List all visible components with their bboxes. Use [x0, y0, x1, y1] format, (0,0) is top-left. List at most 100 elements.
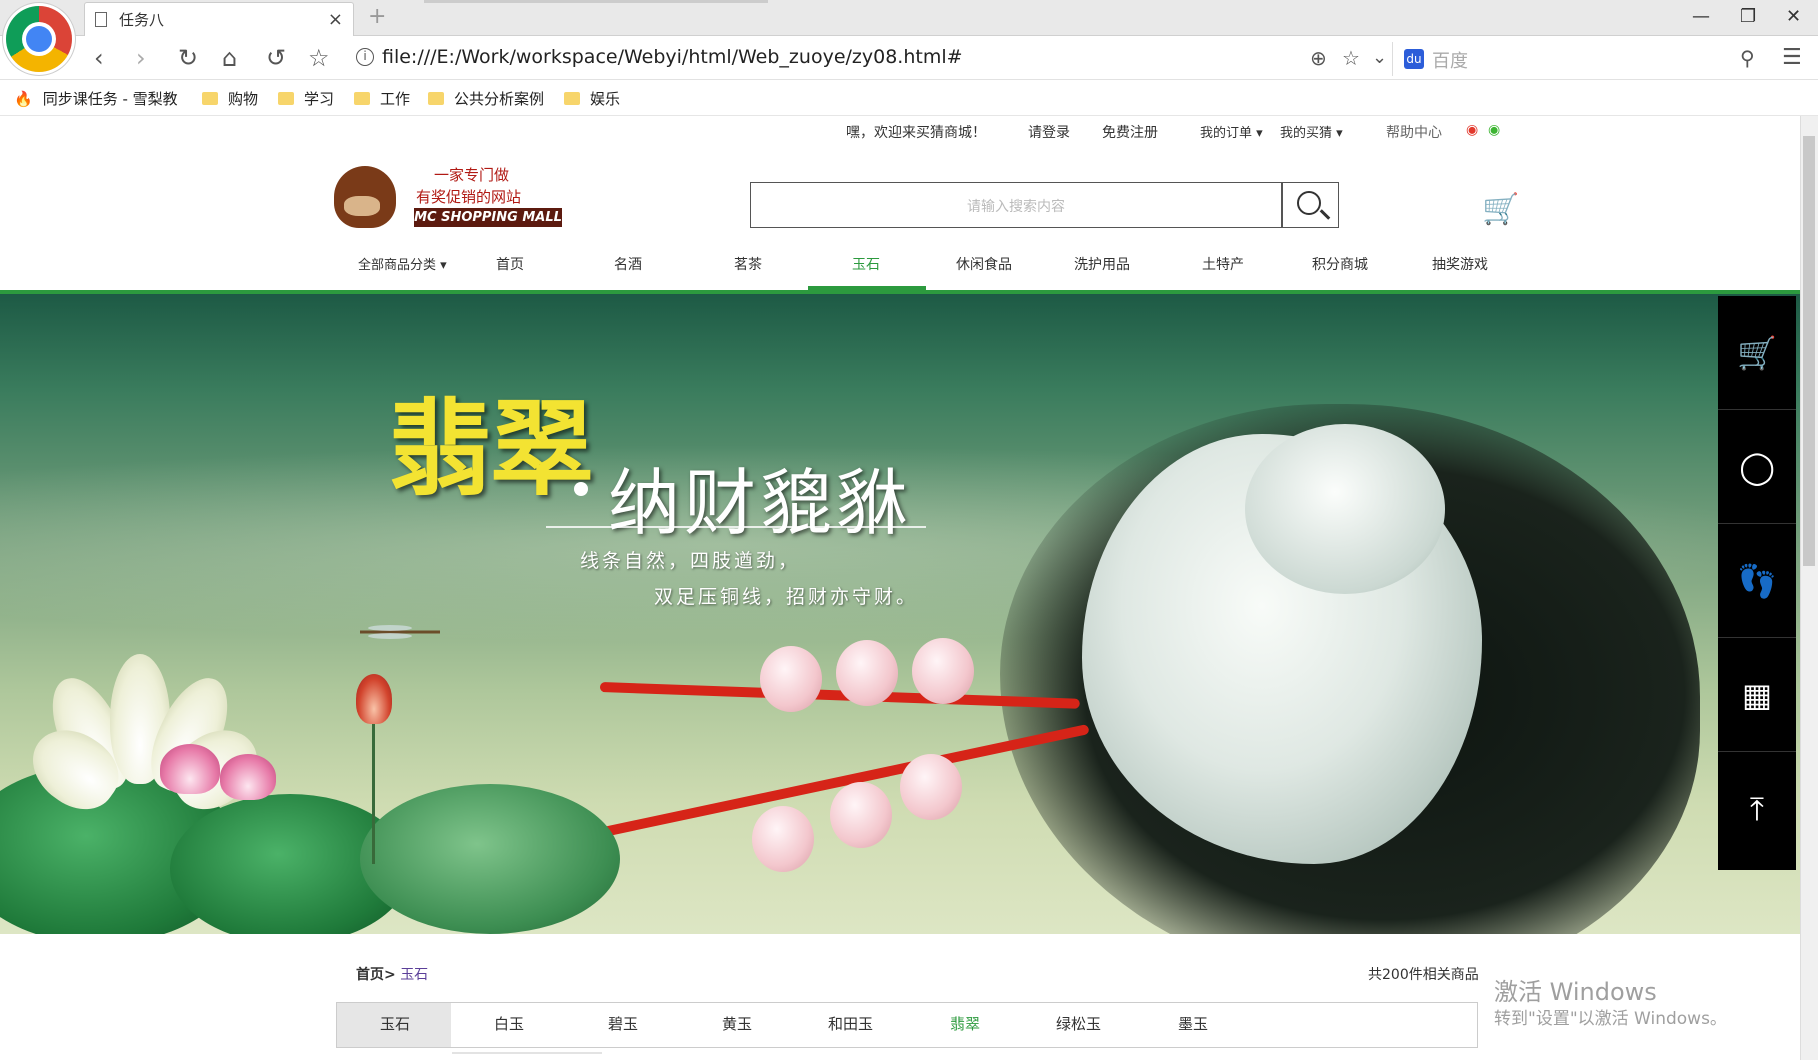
dragonfly-decoration — [360, 624, 440, 639]
subtab-jade[interactable]: 玉石 — [380, 1013, 410, 1034]
subtab-underline — [452, 1052, 602, 1054]
nav-item-lottery[interactable]: 抽奖游戏 — [1432, 254, 1488, 274]
lotus-stem — [372, 724, 375, 864]
jade-bead — [912, 638, 974, 704]
nav-item-local-specialties[interactable]: 土特产 — [1202, 254, 1244, 274]
logo-slogan-1: 一家专门做 — [434, 166, 510, 184]
folder-icon — [564, 92, 580, 105]
back-icon[interactable]: ‹ — [94, 44, 104, 72]
nav-item-wine[interactable]: 名酒 — [614, 254, 642, 274]
subtab-hetian-jade[interactable]: 和田玉 — [828, 1013, 873, 1034]
side-qrcode-button[interactable]: ▦ — [1718, 638, 1796, 752]
bookmark-label: 同步课任务 - 雪梨教 — [42, 90, 178, 108]
search-engine-label: 百度 — [1432, 51, 1468, 72]
nav-item-snacks[interactable]: 休闲食品 — [956, 254, 1012, 274]
bookmark-folder[interactable]: 学习 — [278, 88, 334, 109]
document-icon — [95, 12, 107, 27]
minimize-icon[interactable]: — — [1692, 6, 1710, 27]
nav-item-jade[interactable]: 玉石 — [852, 254, 880, 274]
bookmarks-bar — [0, 80, 1818, 116]
banner-caption-1: 线条自然，四肢遒劲， — [580, 550, 801, 572]
browser-logo-icon[interactable] — [6, 6, 72, 72]
bookmark-folder[interactable]: 工作 — [354, 88, 410, 109]
menu-icon[interactable]: ☰ — [1782, 44, 1802, 72]
weibo-icon[interactable]: ◉ — [1466, 122, 1478, 138]
bookmark-folder[interactable]: 购物 — [202, 88, 258, 109]
subtab-yellow-jade[interactable]: 黄玉 — [722, 1013, 752, 1034]
scrollbar-thumb[interactable] — [1803, 136, 1815, 566]
side-footprint-button[interactable]: 👣 — [1718, 524, 1796, 638]
jade-bead — [830, 782, 892, 848]
reload-icon[interactable]: ↻ — [178, 44, 198, 72]
back-to-top-icon: ⤒ — [1749, 789, 1765, 828]
undo-icon[interactable]: ↺ — [266, 44, 286, 72]
restore-icon[interactable]: ❐ — [1740, 6, 1756, 27]
breadcrumb-home[interactable]: 首页> — [356, 967, 396, 983]
pink-lotus — [220, 754, 276, 800]
bookmark-folder[interactable]: 公共分析案例 — [428, 88, 544, 109]
tab-close-icon[interactable]: × — [328, 9, 343, 30]
favorite-icon[interactable]: ☆ — [1342, 44, 1360, 72]
my-guess-menu[interactable]: 我的买猜 ▾ — [1280, 122, 1343, 141]
zoom-icon[interactable]: ⊕ — [1310, 44, 1327, 72]
close-window-icon[interactable]: ✕ — [1786, 6, 1801, 27]
side-toolbar: 🛒 ◯ 👣 ▦ ⤒ — [1718, 296, 1796, 870]
windows-activation-hint: 转到"设置"以激活 Windows。 — [1494, 1009, 1727, 1029]
cart-icon[interactable]: 🛒 — [1482, 192, 1519, 227]
search-button[interactable] — [1282, 182, 1339, 228]
search-icon[interactable]: ⚲ — [1740, 44, 1755, 72]
jade-pixiu-head — [1245, 424, 1445, 594]
hero-banner[interactable]: 翡翠 纳财貔貅 线条自然，四肢遒劲， 双足压铜线，招财亦守财。 — [0, 294, 1800, 934]
side-qq-button[interactable]: ◯ — [1718, 410, 1796, 524]
address-bar[interactable]: file:///E:/Work/workspace/Webyi/html/Web… — [382, 46, 963, 68]
home-icon[interactable]: ⌂ — [222, 44, 237, 72]
forward-icon[interactable]: › — [136, 44, 146, 72]
login-link[interactable]: 请登录 — [1028, 122, 1070, 142]
subtab-green-jade[interactable]: 碧玉 — [608, 1013, 638, 1034]
side-cart-button[interactable]: 🛒 — [1718, 296, 1796, 410]
jade-bead — [836, 640, 898, 706]
lotus-leaf — [360, 784, 620, 934]
site-info-icon[interactable]: i — [356, 48, 374, 66]
banner-caption-2: 双足压铜线，招财亦守财。 — [654, 586, 919, 608]
nav-item-points-mall[interactable]: 积分商城 — [1312, 254, 1368, 274]
bookmark-star-icon[interactable]: ☆ — [308, 44, 330, 72]
side-top-button[interactable]: ⤒ — [1718, 752, 1796, 866]
flame-icon: 🔥 — [14, 89, 33, 108]
wechat-icon[interactable]: ◉ — [1488, 122, 1500, 138]
register-link[interactable]: 免费注册 — [1102, 122, 1158, 142]
jade-bead — [900, 754, 962, 820]
subtab-jadeite[interactable]: 翡翠 — [950, 1013, 980, 1034]
all-categories-menu[interactable]: 全部商品分类 ▾ — [358, 254, 447, 273]
subtab-black-jade[interactable]: 墨玉 — [1178, 1013, 1208, 1034]
footprint-icon: 👣 — [1737, 561, 1777, 600]
result-count: 共200件相关商品 — [1368, 967, 1479, 983]
subtab-white-jade[interactable]: 白玉 — [494, 1013, 524, 1034]
subtab-turquoise[interactable]: 绿松玉 — [1056, 1013, 1101, 1034]
bookmark-label: 娱乐 — [590, 90, 621, 108]
bookmark-item[interactable]: 🔥 同步课任务 - 雪梨教 — [14, 88, 178, 109]
cart-icon: 🛒 — [1737, 333, 1777, 372]
browser-tab[interactable]: 任务八 × — [84, 2, 354, 36]
folder-icon — [202, 92, 218, 105]
folder-icon — [278, 92, 294, 105]
nav-item-home[interactable]: 首页 — [496, 254, 524, 274]
my-orders-menu[interactable]: 我的订单 ▾ — [1200, 122, 1263, 141]
logo-english-name: MC SHOPPING MALL — [414, 208, 562, 227]
loading-progress-bar — [424, 0, 768, 3]
nav-item-toiletries[interactable]: 洗护用品 — [1074, 254, 1130, 274]
jade-bead — [752, 806, 814, 872]
new-tab-button[interactable]: + — [368, 4, 386, 29]
help-center-link[interactable]: 帮助中心 — [1386, 122, 1442, 142]
nav-item-tea[interactable]: 茗茶 — [734, 254, 762, 274]
logo-slogan-2: 有奖促销的网站 — [416, 188, 522, 206]
horse-logo-icon[interactable] — [334, 166, 396, 228]
bookmark-label: 工作 — [380, 90, 411, 108]
breadcrumb-current: 玉石 — [400, 967, 429, 983]
banner-dot — [574, 482, 588, 496]
qq-icon: ◯ — [1739, 447, 1775, 486]
chevron-down-icon[interactable]: ⌄ — [1372, 44, 1387, 72]
bookmark-label: 学习 — [304, 90, 335, 108]
bookmark-label: 公共分析案例 — [454, 90, 545, 108]
bookmark-folder[interactable]: 娱乐 — [564, 88, 620, 109]
